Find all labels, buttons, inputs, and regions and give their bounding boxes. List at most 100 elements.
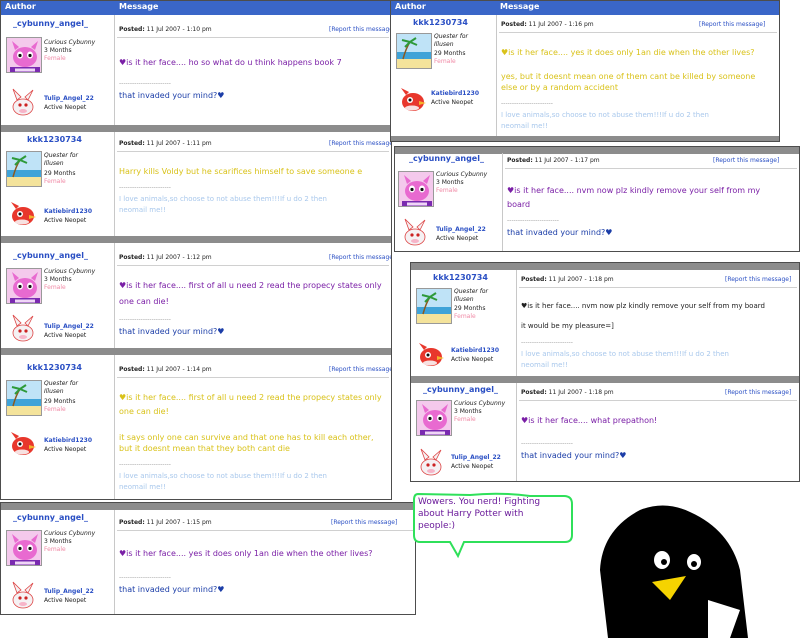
author-username-link[interactable]: kkk1230734 — [413, 18, 468, 27]
user-title: Curious Cybunny — [454, 400, 506, 407]
neopet-name-link[interactable]: Tulip_Angel_22 — [451, 454, 501, 461]
neopet-name-link[interactable]: Tulip_Angel_22 — [44, 95, 94, 102]
author-column-header: Author — [395, 2, 426, 11]
row-separator — [411, 263, 799, 270]
message-text: ♥is it her face.... yes it does only 1an… — [501, 48, 755, 57]
user-avatar-icon — [6, 268, 42, 304]
message-cell: Posted: 11 Jul 2007 - 1:18 pm [Report th… — [517, 383, 799, 481]
row-separator — [1, 236, 391, 243]
author-cell: _cybunny_angel_ Curious Cybunny 3 Months… — [1, 510, 115, 614]
signature-text: that invaded your mind?♥ — [521, 451, 627, 460]
author-username-link[interactable]: kkk1230734 — [433, 273, 488, 282]
report-message-link[interactable]: [Report this message] — [329, 366, 391, 373]
signature-separator: ------------------------ — [119, 574, 171, 581]
signature-text: I love animals,so choose to not abuse th… — [521, 350, 729, 369]
signature-separator: ------------------------ — [521, 339, 573, 346]
post: kkk1230734 Quester for Illusen 29 Months … — [411, 270, 799, 376]
user-avatar-icon — [416, 400, 452, 436]
signature-separator: ------------------------ — [521, 440, 573, 447]
report-message-link[interactable]: [Report this message] — [713, 157, 779, 164]
report-message-link[interactable]: [Report this message] — [725, 276, 791, 283]
signature-separator: ------------------------ — [119, 461, 171, 468]
neopet-name-link[interactable]: Katiebird1230 — [451, 347, 499, 354]
author-cell: kkk1230734 Quester for Illusen 29 Months … — [411, 270, 517, 376]
neopet-name-link[interactable]: Tulip_Angel_22 — [436, 226, 486, 233]
user-age: 29 Months — [44, 398, 76, 405]
row-separator — [1, 125, 391, 132]
user-age: 3 Months — [454, 408, 482, 415]
row-separator — [1, 503, 415, 510]
user-age: 3 Months — [44, 47, 72, 54]
message-cell: Posted: 11 Jul 2007 - 1:14 pm [Report th… — [115, 355, 391, 499]
table-header: Author Message — [1, 1, 391, 15]
post: _cybunny_angel_ Curious Cybunny 3 Months… — [395, 153, 799, 251]
neopet-avatar-icon — [398, 83, 428, 113]
user-gender: Female — [454, 313, 476, 320]
post-timestamp: Posted: 11 Jul 2007 - 1:18 pm — [521, 389, 614, 396]
neopet-status: Active Neopet — [44, 217, 87, 224]
user-title: Quester for Illusen — [434, 33, 469, 48]
report-message-link[interactable]: [Report this message] — [329, 254, 391, 261]
post-timestamp: Posted: 11 Jul 2007 - 1:10 pm — [119, 26, 212, 33]
bubble-text-line: Wowers. You nerd! Fighting — [418, 497, 541, 507]
forum-post-panel: kkk1230734 Quester for Illusen 29 Months … — [410, 262, 800, 482]
report-message-link[interactable]: [Report this message] — [329, 26, 391, 33]
user-gender: Female — [44, 284, 66, 291]
message-text: but it doesnt mean that they both cant d… — [119, 444, 290, 453]
row-separator — [391, 136, 779, 141]
user-title: Quester for Illusen — [44, 152, 79, 167]
message-text: ♥is it her face.... first of all u need … — [119, 393, 382, 402]
post: _cybunny_angel_ Curious Cybunny 3 Months… — [411, 383, 799, 481]
report-message-link[interactable]: [Report this message] — [725, 389, 791, 396]
neopet-avatar-icon — [400, 217, 430, 247]
user-avatar-icon — [6, 37, 42, 73]
neopet-name-link[interactable]: Tulip_Angel_22 — [44, 588, 94, 595]
report-message-link[interactable]: [Report this message] — [699, 21, 765, 28]
author-username-link[interactable]: _cybunny_angel_ — [423, 385, 498, 394]
user-title: Quester for Illusen — [44, 380, 79, 395]
forum-post-panel: Author Message kkk1230734 Quester for Ill… — [390, 0, 780, 142]
report-message-link[interactable]: [Report this message] — [329, 140, 391, 147]
author-cell: _cybunny_angel_ Curious Cybunny 3 Months… — [411, 383, 517, 481]
neopet-name-link[interactable]: Katiebird1230 — [44, 437, 92, 444]
user-title: Curious Cybunny — [44, 530, 96, 537]
message-cell: Posted: 11 Jul 2007 - 1:10 pm [Report th… — [115, 15, 391, 125]
post-timestamp: Posted: 11 Jul 2007 - 1:11 pm — [119, 140, 212, 147]
signature-text: that invaded your mind?♥ — [119, 327, 225, 336]
forum-post-panel: _cybunny_angel_ Curious Cybunny 3 Months… — [0, 502, 416, 615]
neopet-status: Active Neopet — [436, 235, 479, 242]
post: _cybunny_angel_ Curious Cybunny 3 Months… — [1, 15, 391, 125]
author-username-link[interactable]: _cybunny_angel_ — [13, 19, 88, 28]
forum-post-panel: _cybunny_angel_ Curious Cybunny 3 Months… — [394, 146, 800, 252]
author-username-link[interactable]: kkk1230734 — [27, 363, 82, 372]
divider — [117, 151, 389, 152]
message-text: ♥is it her face.... yes it does only 1an… — [119, 549, 373, 558]
table-header: Author Message — [391, 1, 779, 15]
post: kkk1230734 Quester for Illusen 29 Months … — [1, 355, 391, 499]
message-cell: Posted: 11 Jul 2007 - 1:15 pm [Report th… — [115, 510, 415, 614]
author-cell: kkk1230734 Quester for Illusen 29 Months … — [1, 355, 115, 499]
neopet-status: Active Neopet — [44, 104, 87, 111]
author-cell: kkk1230734 Quester for Illusen 29 Months … — [391, 15, 497, 136]
post-timestamp: Posted: 11 Jul 2007 - 1:17 pm — [507, 157, 600, 164]
message-text: ♥is it her face.... ho so what do u thin… — [119, 58, 342, 67]
report-message-link[interactable]: [Report this message] — [331, 519, 397, 526]
signature-separator: ------------------------ — [119, 184, 171, 191]
author-username-link[interactable]: _cybunny_angel_ — [409, 154, 484, 163]
divider — [117, 377, 389, 378]
neopet-avatar-icon — [8, 87, 38, 117]
neopet-name-link[interactable]: Katiebird1230 — [44, 208, 92, 215]
neopet-name-link[interactable]: Katiebird1230 — [431, 90, 479, 97]
message-cell: Posted: 11 Jul 2007 - 1:12 pm [Report th… — [115, 243, 391, 348]
neopet-avatar-icon — [416, 338, 446, 368]
signature-separator: ------------------------ — [119, 316, 171, 323]
author-username-link[interactable]: _cybunny_angel_ — [13, 513, 88, 522]
user-age: 3 Months — [436, 179, 464, 186]
author-username-link[interactable]: kkk1230734 — [27, 135, 82, 144]
author-username-link[interactable]: _cybunny_angel_ — [13, 251, 88, 260]
message-cell: Posted: 11 Jul 2007 - 1:11 pm [Report th… — [115, 132, 391, 236]
post-timestamp: Posted: 11 Jul 2007 - 1:15 pm — [119, 519, 212, 526]
author-column-header: Author — [5, 2, 36, 11]
message-text: one can die! — [119, 297, 169, 306]
neopet-name-link[interactable]: Tulip_Angel_22 — [44, 323, 94, 330]
